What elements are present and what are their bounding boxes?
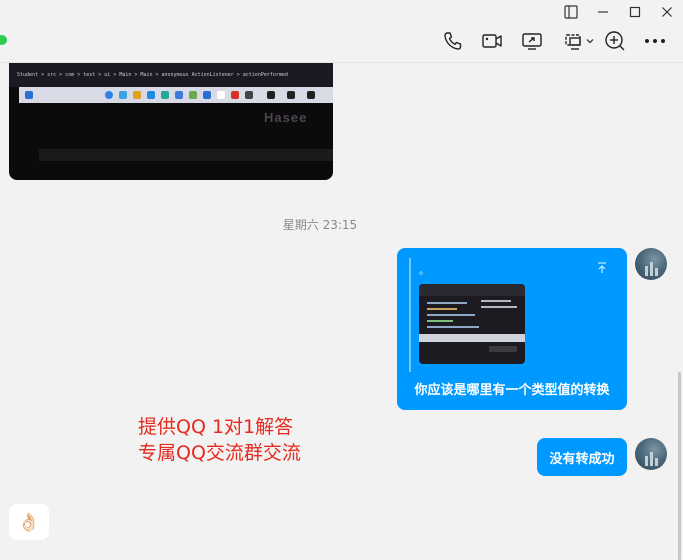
app-icon (307, 91, 315, 99)
sidebar-toggle-icon[interactable] (555, 2, 587, 22)
video-call-icon[interactable] (480, 28, 504, 54)
app-icon (175, 91, 183, 99)
remote-assist-icon[interactable] (560, 28, 598, 54)
wps-icon (231, 91, 239, 99)
chat-timestamp: 星期六 23:15 (282, 218, 358, 232)
photo-breadcrumb-text: Student > src > com > test > ui > Main >… (17, 72, 288, 78)
browser-icon (105, 91, 113, 99)
screen-share-icon[interactable] (519, 28, 545, 54)
app-icon (161, 91, 169, 99)
overlay-ad-text: 提供QQ 1对1解答 专属QQ交流群交流 (138, 414, 301, 466)
app-icon (287, 91, 295, 99)
avatar[interactable] (635, 248, 667, 280)
quoted-image-thumbnail[interactable] (419, 284, 525, 364)
vscode-icon (203, 91, 211, 99)
quote-marker: 。 (419, 266, 429, 277)
add-member-icon[interactable] (603, 28, 627, 54)
outgoing-message-bubble[interactable]: 没有转成功 (537, 438, 627, 476)
maximize-icon[interactable] (619, 2, 651, 22)
windows-start-icon (25, 91, 33, 99)
app-icon (245, 91, 253, 99)
chevron-down-icon[interactable] (585, 36, 595, 46)
app-icon (119, 91, 127, 99)
folder-icon (133, 91, 141, 99)
app-icon (189, 91, 197, 99)
received-image-message[interactable]: Student > src > com > test > ui > Main >… (9, 63, 333, 180)
photo-taskbar (19, 87, 333, 103)
app-icon (267, 91, 275, 99)
emoji-reaction-button[interactable]: 👌🏻 (9, 504, 49, 540)
minimize-icon[interactable] (587, 2, 619, 22)
jump-to-quote-icon[interactable] (595, 260, 609, 274)
close-icon[interactable] (651, 2, 683, 22)
online-status-dot (0, 35, 7, 45)
app-icon (147, 91, 155, 99)
laptop-brand-text: Hasee (264, 110, 308, 125)
app-icon (217, 91, 225, 99)
ad-line-1: 提供QQ 1对1解答 (138, 416, 294, 438)
laptop-bezel (39, 149, 333, 161)
quote-bar (409, 258, 411, 372)
scrollbar[interactable] (678, 372, 681, 560)
avatar[interactable] (635, 438, 667, 470)
outgoing-message-bubble[interactable]: 。 你应该是哪里有一个类型值的转换 (397, 248, 627, 410)
message-text: 你应该是哪里有一个类型值的转换 (414, 383, 610, 398)
phone-icon[interactable] (441, 28, 465, 54)
chat-header (0, 22, 683, 62)
more-icon[interactable] (643, 28, 667, 54)
window-controls (555, 2, 683, 22)
ad-line-2: 专属QQ交流群交流 (138, 442, 301, 464)
